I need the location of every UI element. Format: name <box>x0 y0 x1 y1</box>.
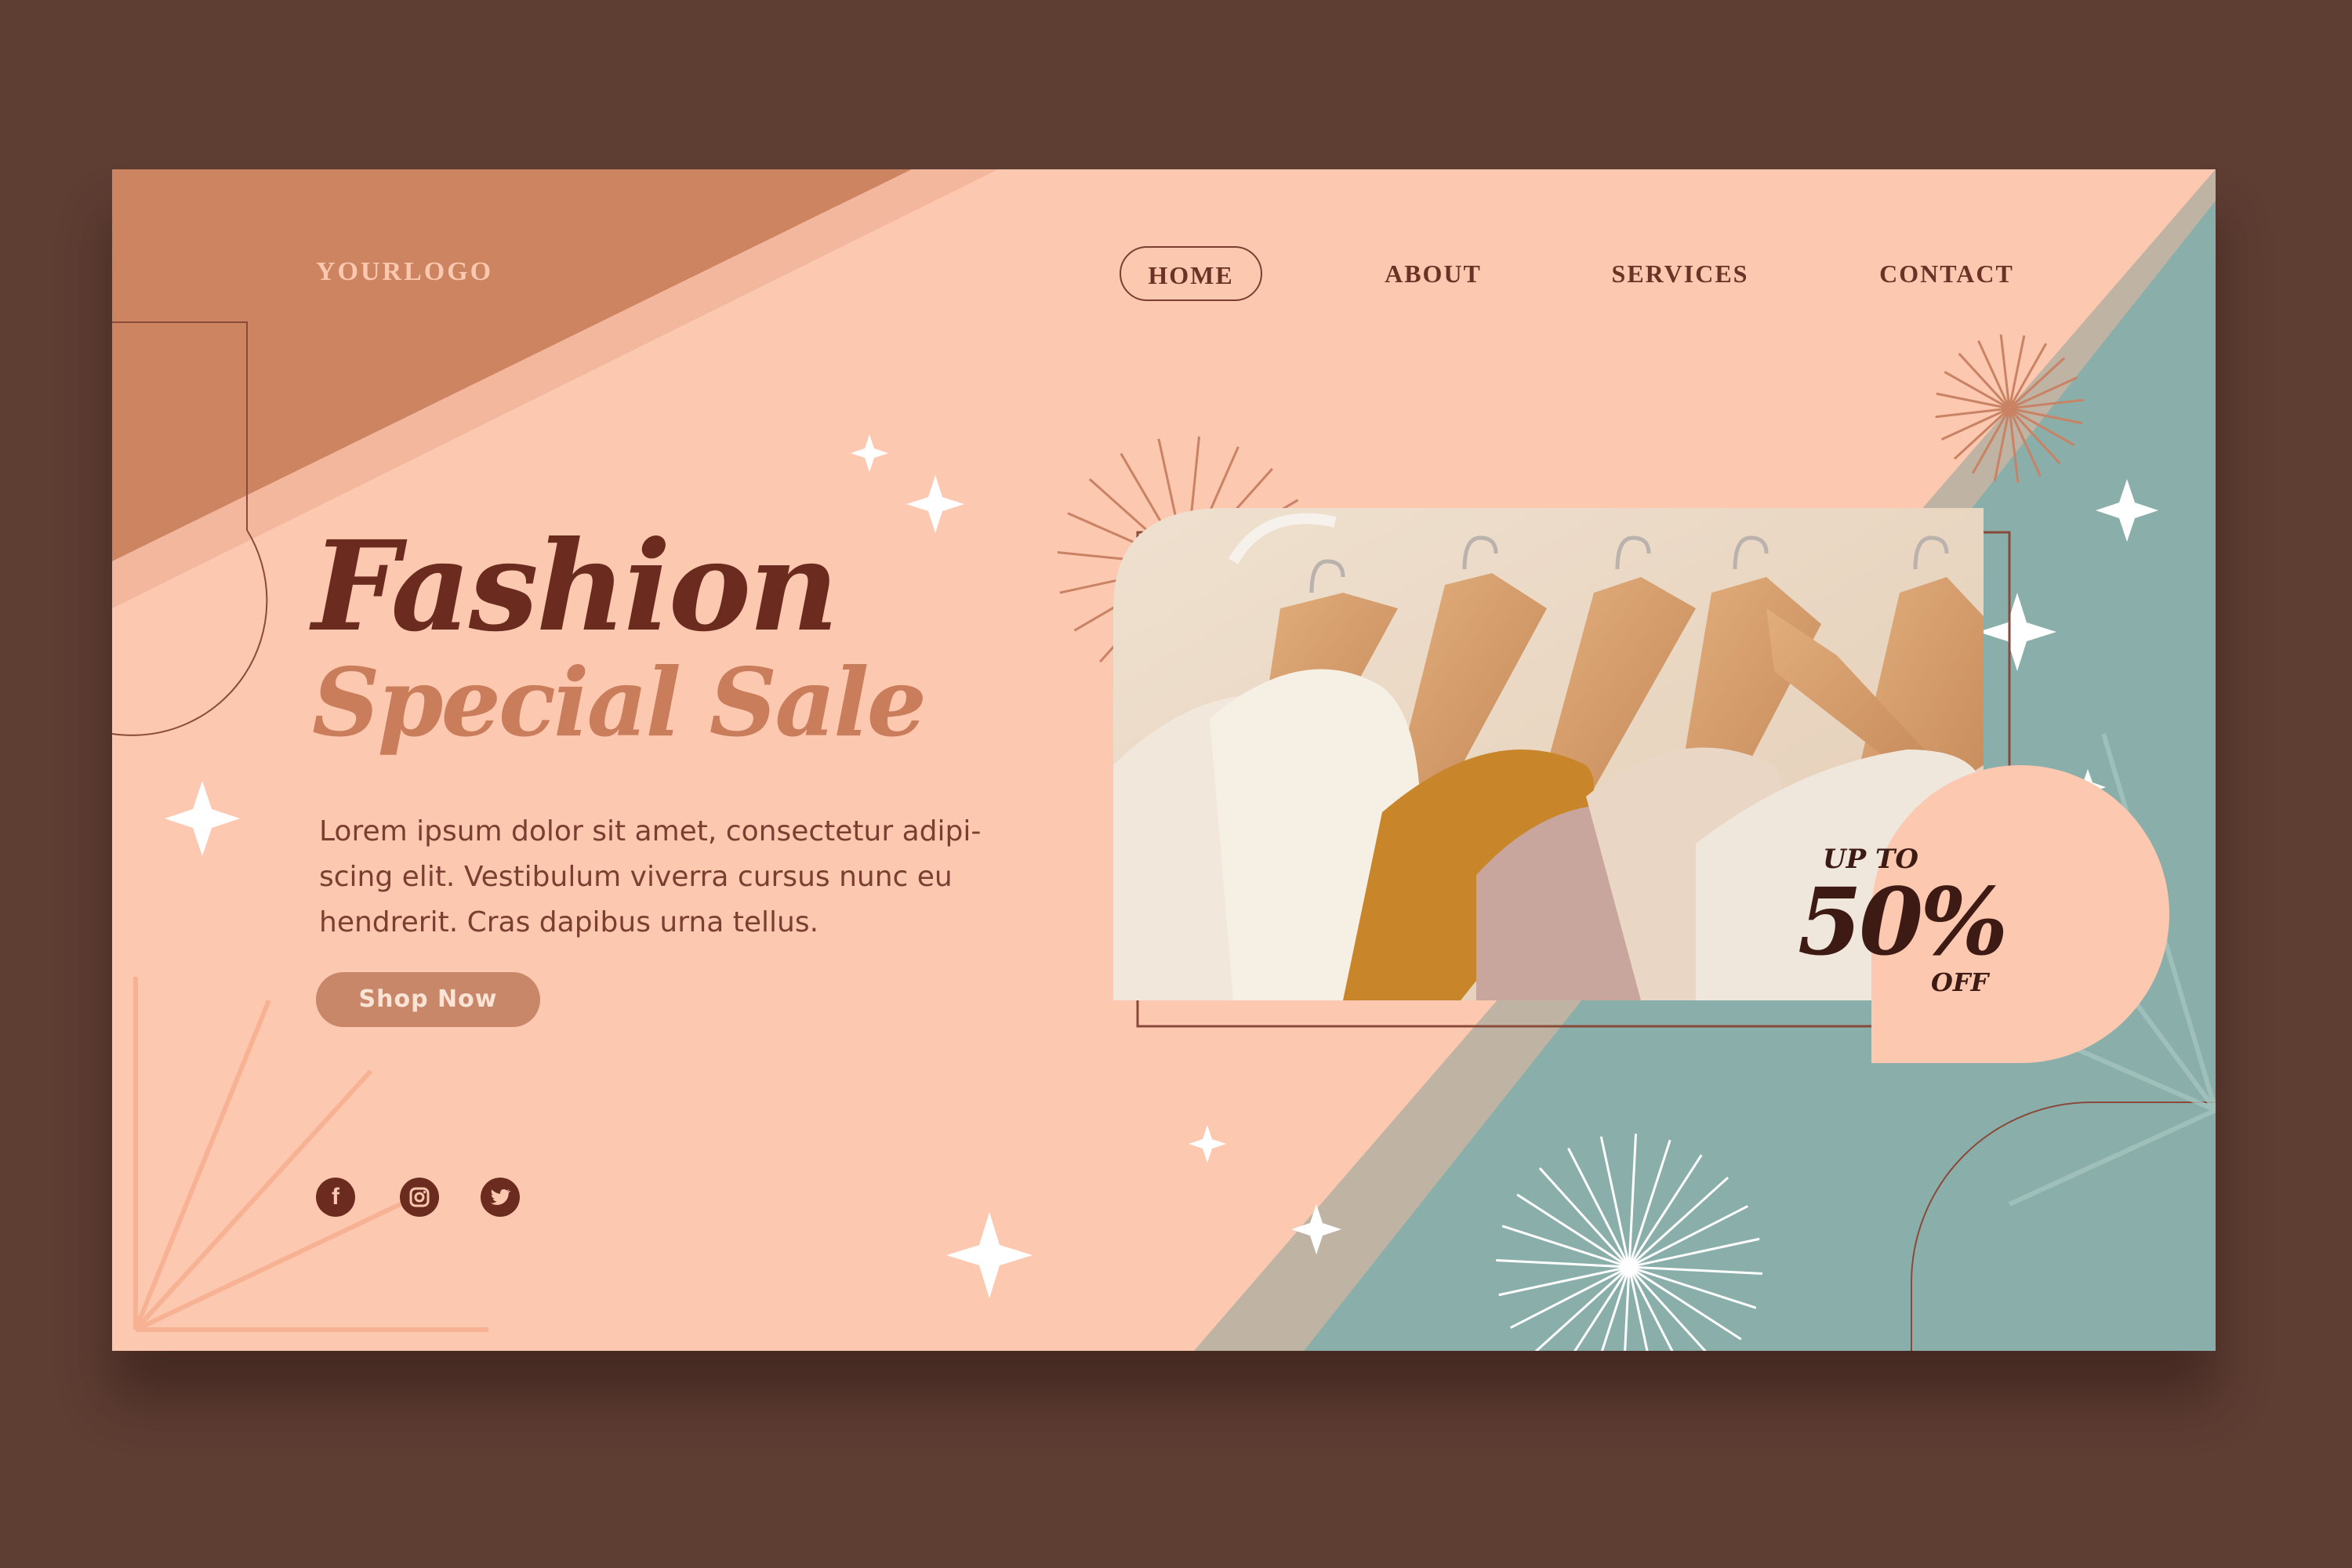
nav-services[interactable]: SERVICES <box>1602 246 1759 301</box>
nav-home[interactable]: HOME <box>1120 246 1262 301</box>
hero-description: Lorem ipsum dolor sit amet, consectetur … <box>319 815 982 938</box>
promo-amount: 50% <box>1798 867 2008 976</box>
hero-subtitle: Special Sale <box>312 648 927 758</box>
twitter-icon[interactable] <box>481 1178 520 1217</box>
hero-title: Fashion <box>312 514 839 659</box>
product-photo <box>1113 508 2169 1063</box>
promo-suffix: OFF <box>1931 967 1989 997</box>
instagram-glyph <box>409 1187 430 1207</box>
landing-page: YOURLOGO HOME ABOUT SERVICES CONTACT Fas… <box>112 169 2216 1351</box>
shop-now-button[interactable]: Shop Now <box>316 972 540 1027</box>
main-nav: HOME ABOUT SERVICES CONTACT <box>112 246 2216 301</box>
nav-contact[interactable]: CONTACT <box>1868 246 2025 301</box>
twitter-glyph <box>491 1189 510 1205</box>
nav-about[interactable]: ABOUT <box>1374 246 1492 301</box>
facebook-icon[interactable]: f <box>316 1178 355 1217</box>
instagram-icon[interactable] <box>400 1178 439 1217</box>
